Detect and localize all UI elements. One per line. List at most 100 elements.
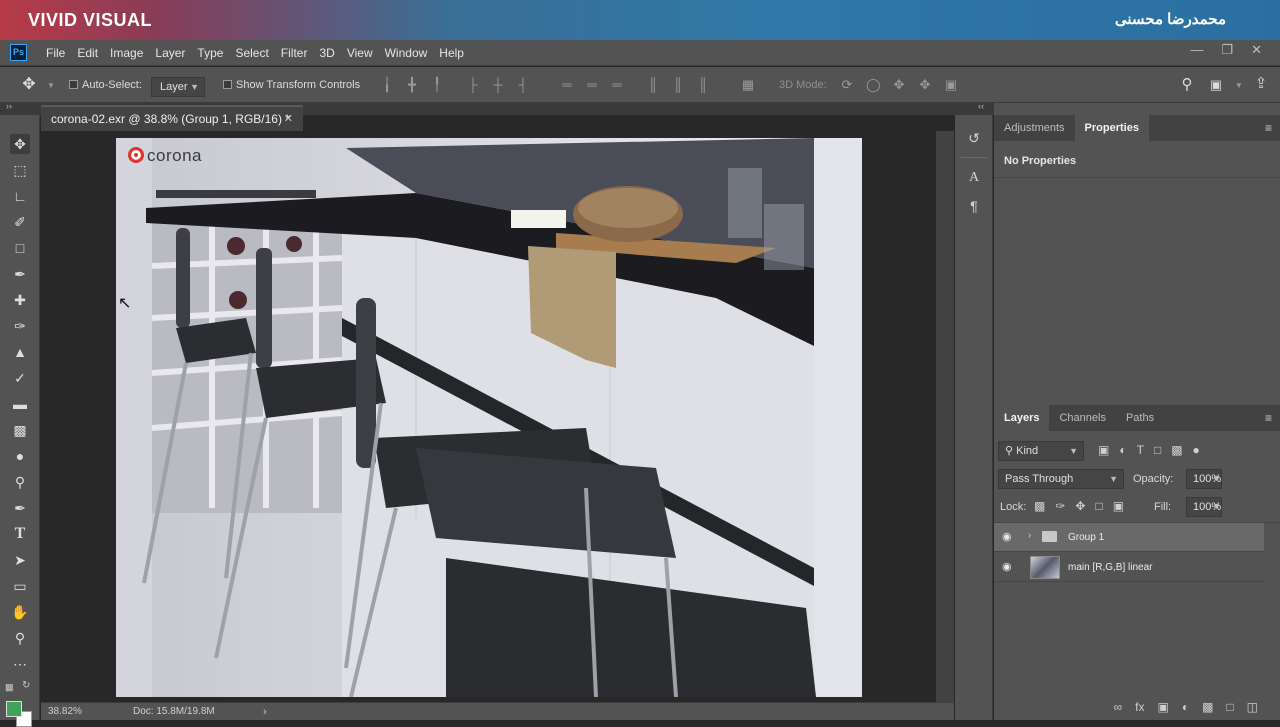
zoom-level[interactable]: 38.82% [48, 703, 82, 721]
show-transform-controls-checkbox[interactable]: Show Transform Controls [223, 67, 360, 103]
menu-image[interactable]: Image [110, 40, 151, 66]
blur-tool-icon[interactable]: ● [10, 446, 30, 466]
expand-group-chevron-icon[interactable]: › [1028, 530, 1031, 541]
minimize-icon[interactable]: — [1190, 42, 1203, 58]
search-icon[interactable]: ⚲ [1180, 77, 1194, 92]
tab-layers[interactable]: Layers [994, 405, 1050, 431]
status-menu-arrow-icon[interactable]: › [263, 703, 267, 721]
lock-artboard-icon[interactable]: □ [1095, 499, 1102, 513]
add-mask-icon[interactable]: ▣ [1157, 700, 1168, 714]
layer-row-main[interactable]: ◉ main [R,G,B] linear [994, 553, 1264, 582]
expand-toolbar-icon[interactable]: ›› [6, 101, 12, 111]
image-canvas[interactable]: corona ↖ [116, 138, 862, 697]
distribute-vcenter-icon[interactable]: ═ [585, 78, 599, 92]
menu-file[interactable]: File [46, 40, 73, 66]
layers-panel-menu-icon[interactable]: ≡ [1265, 411, 1272, 425]
menu-type[interactable]: Type [197, 40, 231, 66]
distribute-hcenter-icon[interactable]: ║ [671, 78, 685, 92]
healing-brush-tool-icon[interactable]: ✚ [10, 290, 30, 310]
new-layer-icon[interactable]: □ [1226, 700, 1233, 714]
default-colors-icon[interactable]: ▩ [5, 682, 14, 693]
adjustment-filter-icon[interactable]: ◐ [1119, 443, 1126, 457]
swap-colors-icon[interactable]: ↻ [22, 680, 30, 691]
tab-channels[interactable]: Channels [1049, 405, 1115, 431]
gradient-tool-icon[interactable]: ▩ [10, 420, 30, 440]
more-tools-icon[interactable]: ⋯ [10, 654, 30, 674]
clone-stamp-tool-icon[interactable]: ▲ [10, 342, 30, 362]
move-tool-icon[interactable]: ✥ [22, 77, 36, 93]
auto-align-icon[interactable]: ▦ [741, 78, 755, 92]
3d-pan-icon[interactable]: ✥ [892, 78, 906, 92]
tab-properties[interactable]: Properties [1074, 115, 1149, 141]
menu-help[interactable]: Help [439, 40, 472, 66]
paragraph-panel-icon[interactable]: ¶ [965, 197, 983, 215]
new-adjustment-layer-icon[interactable]: ◐ [1182, 700, 1189, 714]
document-tab[interactable]: corona-02.exr @ 38.8% (Group 1, RGB/16) … [41, 105, 303, 131]
type-filter-icon[interactable]: T [1137, 443, 1144, 457]
close-icon[interactable]: ✕ [1251, 42, 1262, 58]
lock-all-icon[interactable]: ▣ [1113, 499, 1124, 513]
tab-adjustments[interactable]: Adjustments [994, 115, 1075, 141]
shape-filter-icon[interactable]: □ [1154, 443, 1161, 457]
zoom-tool-icon[interactable]: ⚲ [10, 628, 30, 648]
marquee-tool-icon[interactable]: ⬚ [10, 160, 30, 180]
quick-selection-tool-icon[interactable]: ✐ [10, 212, 30, 232]
layer-filter-select[interactable]: ⚲ Kind ▼ [998, 441, 1084, 461]
move-tool-icon[interactable]: ✥ [10, 134, 30, 154]
properties-panel-menu-icon[interactable]: ≡ [1265, 121, 1272, 135]
lock-pixels-icon[interactable]: ✑ [1055, 499, 1065, 513]
distribute-top-icon[interactable]: ═ [560, 78, 574, 92]
3d-roll-icon[interactable]: ◯ [866, 78, 881, 92]
collapse-panels-icon[interactable]: ‹‹ [978, 101, 984, 111]
lock-transparent-icon[interactable]: ▩ [1034, 499, 1045, 513]
character-panel-icon[interactable]: A [965, 169, 983, 187]
3d-slide-icon[interactable]: ✥ [918, 78, 932, 92]
align-left-icon[interactable]: ├ [466, 78, 480, 92]
dodge-tool-icon[interactable]: ⚲ [10, 472, 30, 492]
align-top-icon[interactable]: ╽ [380, 78, 394, 92]
lasso-tool-icon[interactable]: ∟ [10, 186, 30, 206]
layer-style-icon[interactable]: fx [1135, 700, 1144, 714]
share-icon[interactable]: ⇪ [1254, 76, 1268, 91]
3d-orbit-icon[interactable]: ⟳ [840, 78, 854, 92]
distribute-right-icon[interactable]: ║ [696, 78, 710, 92]
path-selection-tool-icon[interactable]: ➤ [10, 550, 30, 570]
smart-object-filter-icon[interactable]: ▩ [1171, 443, 1182, 457]
menu-layer[interactable]: Layer [155, 40, 193, 66]
restore-icon[interactable]: ❐ [1221, 42, 1233, 58]
align-vcenter-icon[interactable]: ╋ [405, 78, 419, 92]
menu-window[interactable]: Window [385, 40, 436, 66]
hand-tool-icon[interactable]: ✋ [10, 602, 30, 622]
menu-3d[interactable]: 3D [319, 40, 342, 66]
crop-tool-icon[interactable]: □ [10, 238, 30, 258]
3d-scale-icon[interactable]: ▣ [944, 78, 958, 92]
filter-toggle-icon[interactable]: ● [1193, 443, 1200, 457]
rectangle-tool-icon[interactable]: ▭ [10, 576, 30, 596]
tab-paths[interactable]: Paths [1116, 405, 1164, 431]
link-layers-icon[interactable]: ∞ [1114, 700, 1123, 714]
close-document-icon[interactable]: ✕ [284, 107, 293, 131]
pixel-filter-icon[interactable]: ▣ [1098, 443, 1109, 457]
history-panel-icon[interactable]: ↺ [965, 129, 983, 147]
workspace-chevron-icon[interactable]: ▼ [1232, 79, 1246, 93]
align-right-icon[interactable]: ┤ [516, 78, 530, 92]
tool-preset-chevron-icon[interactable]: ▼ [44, 79, 58, 93]
menu-view[interactable]: View [347, 40, 381, 66]
workspace-icon[interactable]: ▣ [1209, 78, 1223, 92]
menu-select[interactable]: Select [235, 40, 276, 66]
visibility-eye-icon[interactable]: ◉ [1002, 560, 1012, 573]
auto-select-checkbox[interactable]: Auto-Select: [69, 67, 142, 103]
auto-select-target-select[interactable]: Layer ▼ [151, 77, 205, 97]
align-bottom-icon[interactable]: ╿ [430, 78, 444, 92]
align-hcenter-icon[interactable]: ┼ [491, 78, 505, 92]
menu-edit[interactable]: Edit [77, 40, 106, 66]
lock-position-icon[interactable]: ✥ [1075, 499, 1085, 513]
blend-mode-select[interactable]: Pass Through ▼ [998, 469, 1124, 489]
visibility-eye-icon[interactable]: ◉ [1002, 530, 1012, 543]
distribute-bottom-icon[interactable]: ═ [610, 78, 624, 92]
pen-tool-icon[interactable]: ✒ [10, 498, 30, 518]
opacity-chevron-icon[interactable]: ▼ [1212, 473, 1221, 483]
layer-row-group-1[interactable]: ◉ › Group 1 [994, 523, 1264, 552]
delete-layer-icon[interactable]: ◫ [1247, 700, 1258, 714]
history-brush-tool-icon[interactable]: ✓ [10, 368, 30, 388]
